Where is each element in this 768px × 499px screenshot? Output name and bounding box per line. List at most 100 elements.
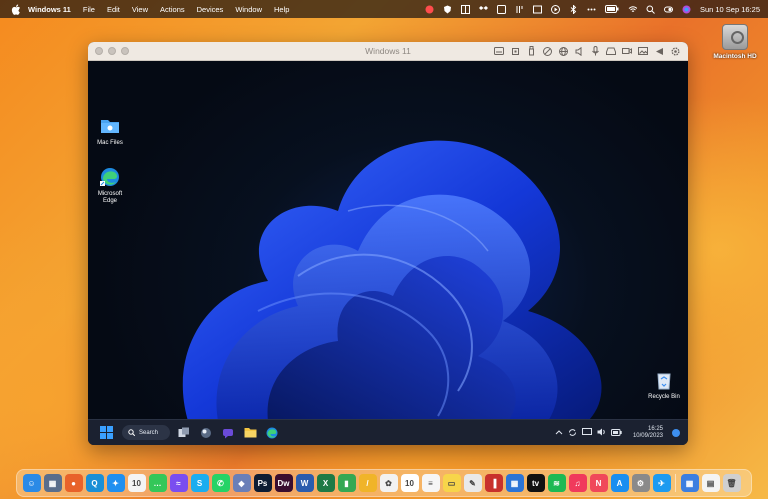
- bloom-wallpaper: [182, 140, 602, 419]
- picture-icon[interactable]: [638, 46, 648, 56]
- twitter-icon[interactable]: ✈: [652, 474, 671, 492]
- app-store-icon[interactable]: A: [610, 474, 629, 492]
- windows-app-icon[interactable]: ▦: [680, 474, 699, 492]
- macintosh-hd-icon[interactable]: Macintosh HD: [708, 24, 762, 60]
- microsoft-edge-shortcut[interactable]: Microsoft Edge: [88, 166, 132, 205]
- volume-icon[interactable]: [597, 428, 606, 438]
- status-area: Sun 10 Sep 16:25: [425, 0, 760, 18]
- spotify-icon[interactable]: ≋: [547, 474, 566, 492]
- calendar-app-icon[interactable]: 10: [400, 474, 419, 492]
- siri-icon[interactable]: [682, 5, 691, 14]
- start-icon[interactable]: [98, 425, 114, 441]
- file-explorer-icon[interactable]: [242, 425, 258, 441]
- messenger-icon[interactable]: ≈: [169, 474, 188, 492]
- keyboard-icon[interactable]: [494, 46, 504, 56]
- photoshop-icon[interactable]: Ps: [253, 474, 272, 492]
- edge-icon[interactable]: [264, 425, 280, 441]
- reminders-icon[interactable]: ≡: [421, 474, 440, 492]
- vm-titlebar[interactable]: Windows 11: [88, 42, 688, 61]
- menu-file[interactable]: File: [83, 5, 95, 14]
- search-icon: [128, 429, 135, 436]
- share-icon[interactable]: [654, 46, 664, 56]
- trash-icon[interactable]: 🗑: [722, 474, 741, 492]
- sound-icon[interactable]: [574, 46, 584, 56]
- dots-icon[interactable]: [587, 5, 596, 14]
- drive-icon[interactable]: [606, 46, 616, 56]
- microphone-icon[interactable]: [590, 46, 600, 56]
- messages-icon[interactable]: …: [148, 474, 167, 492]
- music-icon[interactable]: ♫: [568, 474, 587, 492]
- battery-icon[interactable]: [610, 428, 622, 438]
- dock: ☺ ▦ ● Q ✦ 10… ≈ S ✆ ◆ Ps Dw W X ▮ / ✿ 10 ≡ ▭ ✎ ▐ ▦ tv ≋ ♫ N A ⚙ ✈ ▦ ▤ 🗑: [16, 469, 752, 497]
- chevron-up-icon[interactable]: [555, 429, 563, 437]
- camera-icon[interactable]: [622, 46, 632, 56]
- menu-devices[interactable]: Devices: [197, 5, 224, 14]
- excel-icon[interactable]: X: [316, 474, 335, 492]
- folder-icon: [101, 120, 119, 133]
- taskbar-clock[interactable]: 16:25 10/09/2023: [633, 426, 663, 440]
- parallels-icon[interactable]: [425, 5, 434, 14]
- apple-tv-icon[interactable]: tv: [526, 474, 545, 492]
- firefox-icon[interactable]: ●: [64, 474, 83, 492]
- menu-app-name[interactable]: Windows 11: [28, 5, 71, 14]
- dropbox-icon[interactable]: [478, 5, 488, 14]
- calendar-icon[interactable]: 10: [127, 474, 146, 492]
- control-strip-icon[interactable]: [496, 4, 506, 14]
- sync-icon[interactable]: [568, 428, 577, 439]
- skype-icon[interactable]: S: [190, 474, 209, 492]
- play-icon[interactable]: [550, 4, 560, 14]
- apple-menu-icon[interactable]: [10, 3, 22, 15]
- numbers-icon[interactable]: ▮: [337, 474, 356, 492]
- battery-icon[interactable]: [604, 5, 619, 14]
- menubar-clock[interactable]: Sun 10 Sep 16:25: [700, 5, 760, 14]
- task-view-icon[interactable]: [176, 425, 192, 441]
- safari-icon[interactable]: ✦: [106, 474, 125, 492]
- hard-drive-icon: [722, 24, 748, 50]
- gear-icon[interactable]: [670, 46, 680, 56]
- virtualbox-icon[interactable]: ◆: [232, 474, 251, 492]
- usb-icon[interactable]: [526, 46, 536, 56]
- chat-icon[interactable]: [220, 425, 236, 441]
- menu-window[interactable]: Window: [235, 5, 262, 14]
- cd-icon[interactable]: [542, 46, 552, 56]
- recycle-bin-shortcut[interactable]: Recycle Bin: [642, 369, 686, 401]
- document-icon[interactable]: ▤: [701, 474, 720, 492]
- network-icon[interactable]: [558, 46, 568, 56]
- windows-taskbar: Search 16:25 10/09/2023: [88, 419, 688, 445]
- grid-icon[interactable]: [460, 4, 470, 14]
- word-icon[interactable]: W: [295, 474, 314, 492]
- parallels-icon[interactable]: ▐: [484, 474, 503, 492]
- finder-icon[interactable]: ☺: [22, 474, 41, 492]
- bluetooth-icon[interactable]: [569, 4, 578, 14]
- windows-desktop[interactable]: Mac Files Microsoft Edge Recycle Bin: [88, 61, 688, 419]
- search-icon[interactable]: [646, 5, 655, 14]
- widgets-icon[interactable]: [198, 425, 214, 441]
- textedit-icon[interactable]: ✎: [463, 474, 482, 492]
- menu-edit[interactable]: Edit: [107, 5, 120, 14]
- user-switch-icon[interactable]: [663, 5, 673, 14]
- notification-icon[interactable]: [672, 429, 680, 437]
- photos-icon[interactable]: ✿: [379, 474, 398, 492]
- settings-icon[interactable]: ⚙: [631, 474, 650, 492]
- quick-icon[interactable]: Q: [85, 474, 104, 492]
- fork-icon[interactable]: [515, 5, 524, 14]
- pencil-icon[interactable]: /: [358, 474, 377, 492]
- launchpad-icon[interactable]: ▦: [43, 474, 62, 492]
- shield-icon[interactable]: [443, 5, 452, 14]
- menu-view[interactable]: View: [132, 5, 148, 14]
- news-icon[interactable]: N: [589, 474, 608, 492]
- vm-toolbar: [494, 46, 680, 56]
- cpu-icon[interactable]: [510, 46, 520, 56]
- mac-files-shortcut[interactable]: Mac Files: [88, 115, 132, 147]
- menu-actions[interactable]: Actions: [160, 5, 185, 14]
- menu-help[interactable]: Help: [274, 5, 289, 14]
- dreamweaver-icon[interactable]: Dw: [274, 474, 293, 492]
- whatsapp-icon[interactable]: ✆: [211, 474, 230, 492]
- notes-icon[interactable]: ▭: [442, 474, 461, 492]
- screen-record-icon[interactable]: [532, 5, 542, 14]
- display-icon[interactable]: [581, 428, 592, 438]
- edge-icon: [100, 168, 119, 186]
- taskbar-search[interactable]: Search: [122, 425, 170, 440]
- wifi-icon[interactable]: [628, 5, 637, 14]
- windows-icon[interactable]: ▦: [505, 474, 524, 492]
